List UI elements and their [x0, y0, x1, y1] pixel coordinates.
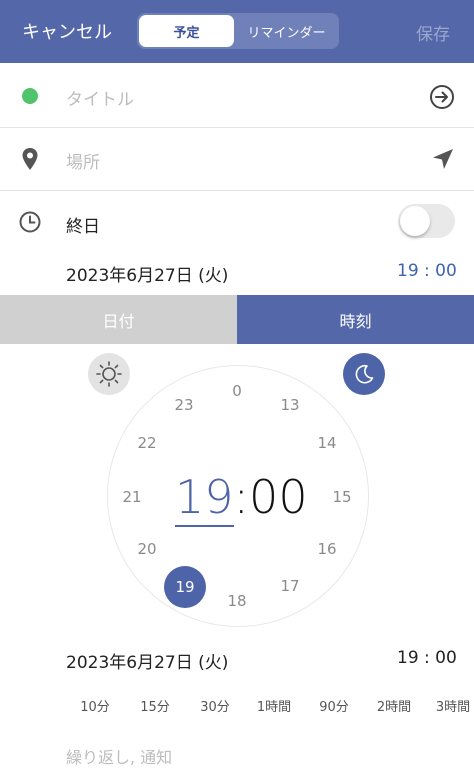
- title-input[interactable]: タイトル: [66, 85, 134, 110]
- time-display: 19:00: [175, 470, 308, 527]
- location-arrow-icon[interactable]: [432, 148, 454, 174]
- end-time[interactable]: 19 : 00: [397, 648, 457, 668]
- hour-21[interactable]: 21: [117, 487, 147, 507]
- am-button[interactable]: [88, 353, 130, 395]
- calendar-color-dot[interactable]: [22, 88, 38, 104]
- display-minute[interactable]: 00: [249, 470, 308, 524]
- start-date[interactable]: 2023年6月27日 (火): [66, 261, 228, 286]
- display-hour[interactable]: 19: [175, 470, 234, 527]
- tab-time[interactable]: 時刻: [237, 295, 474, 344]
- duration-90min[interactable]: 90分: [304, 696, 364, 715]
- location-input[interactable]: 場所: [66, 148, 100, 173]
- tab-event[interactable]: 予定: [139, 15, 234, 47]
- display-colon: :: [233, 470, 250, 524]
- cancel-button[interactable]: キャンセル: [22, 18, 112, 44]
- sun-icon: [96, 361, 122, 387]
- duration-3hours[interactable]: 3時間: [423, 696, 474, 715]
- tab-reminder[interactable]: リマインダー: [236, 15, 337, 47]
- divider: [0, 190, 474, 191]
- hour-17[interactable]: 17: [275, 576, 305, 596]
- hour-13[interactable]: 13: [275, 395, 305, 415]
- hour-22[interactable]: 22: [132, 433, 162, 453]
- duration-15min[interactable]: 15分: [125, 696, 185, 715]
- moon-icon: [355, 364, 374, 384]
- save-button[interactable]: 保存: [416, 20, 450, 45]
- all-day-label: 終日: [66, 217, 100, 237]
- hour-18[interactable]: 18: [222, 591, 252, 611]
- clock-icon: [19, 211, 41, 237]
- arrow-right-circle-icon[interactable]: [429, 84, 455, 114]
- all-day-toggle-knob: [400, 206, 430, 236]
- end-date[interactable]: 2023年6月27日 (火): [66, 648, 228, 673]
- start-time[interactable]: 19 : 00: [397, 261, 457, 281]
- duration-2hours[interactable]: 2時間: [364, 696, 424, 715]
- tab-date[interactable]: 日付: [0, 295, 237, 344]
- duration-1hour[interactable]: 1時間: [244, 696, 304, 715]
- hour-19-selected[interactable]: 19: [164, 566, 206, 608]
- hour-0[interactable]: 0: [222, 381, 252, 401]
- location-pin-icon: [21, 147, 39, 175]
- duration-30min[interactable]: 30分: [185, 696, 245, 715]
- divider: [0, 127, 474, 128]
- hour-23[interactable]: 23: [169, 395, 199, 415]
- pm-button[interactable]: [343, 353, 385, 395]
- duration-10min[interactable]: 10分: [65, 696, 125, 715]
- hour-20[interactable]: 20: [132, 539, 162, 559]
- repeat-notify-field[interactable]: 繰り返し, 通知: [66, 744, 172, 768]
- hour-16[interactable]: 16: [312, 539, 342, 559]
- hour-15[interactable]: 15: [327, 487, 357, 507]
- hour-14[interactable]: 14: [312, 433, 342, 453]
